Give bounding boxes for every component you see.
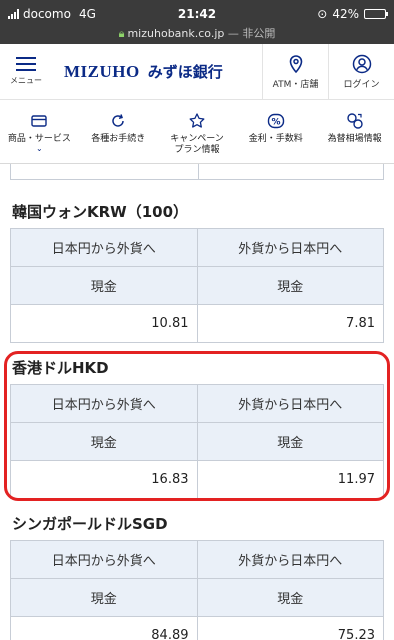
lock-icon: 🔒︎ <box>118 27 125 40</box>
category-nav: 商品・サービス ⌄ 各種お手続き キャンペーン プラン情報 % 金利・手数料 為… <box>0 100 394 164</box>
column-subheader: 現金 <box>196 422 384 461</box>
currency-title: 韓国ウォンKRW（100） <box>12 203 189 221</box>
status-bar: docomo 4G 21:42 ⊙ 42% <box>0 0 394 28</box>
url-suffix: — 非公開 <box>227 27 276 40</box>
column-subheader: 現金 <box>10 422 198 461</box>
column-header: 日本円から外貨へ <box>10 228 198 267</box>
currency-title: シンガポールドルSGD <box>12 515 168 533</box>
rate-value: 11.97 <box>196 460 384 499</box>
column-subheader: 現金 <box>10 266 198 305</box>
column-header: 日本円から外貨へ <box>10 384 198 423</box>
atm-branch-button[interactable]: ATM・店舗 <box>262 43 328 100</box>
menu-label: メニュー <box>10 76 42 85</box>
rate-value: 7.81 <box>196 304 384 343</box>
column-header: 日本円から外貨へ <box>10 540 198 579</box>
column-subheader: 現金 <box>10 578 198 617</box>
battery-icon <box>364 9 388 19</box>
nav-rates-fees[interactable]: % 金利・手数料 <box>236 100 315 145</box>
url-domain: mizuhobank.co.jp <box>127 27 225 40</box>
table-row: 10.81 7.81 <box>10 304 384 343</box>
table-header-row: 日本円から外貨へ 外貨から日本円へ <box>10 384 384 423</box>
table-header-row: 日本円から外貨へ 外貨から日本円へ <box>10 540 384 579</box>
chevron-down-icon: ⌄ <box>36 144 43 153</box>
nav-label: 各種お手続き <box>91 134 146 144</box>
column-header: 外貨から日本円へ <box>196 540 384 579</box>
nav-label: 金利・手数料 <box>248 134 303 144</box>
table-header-row: 日本円から外貨へ 外貨から日本円へ <box>10 228 384 267</box>
site-header: メニュー MIZUHO みずほ銀行 ATM・店舗 ログイン <box>0 43 394 100</box>
logo-text-en: MIZUHO <box>64 62 140 81</box>
rate-section-hkd: 香港ドルHKD 日本円から外貨へ 外貨から日本円へ 現金 現金 16.83 11… <box>0 352 394 499</box>
table-row: 16.83 11.97 <box>10 460 384 499</box>
column-header: 外貨から日本円へ <box>196 228 384 267</box>
signal-icon <box>8 9 19 19</box>
refresh-icon <box>112 114 124 127</box>
fx-rate-content: 韓国ウォンKRW（100） 日本円から外貨へ 外貨から日本円へ 現金 現金 10… <box>0 164 394 640</box>
wallet-icon <box>31 115 48 127</box>
rate-value: 84.89 <box>10 616 198 640</box>
network-type: 4G <box>78 7 96 21</box>
nav-label: 為替相場情報 <box>327 134 382 144</box>
currency-title: 香港ドルHKD <box>12 359 109 377</box>
login-button[interactable]: ログイン <box>328 43 394 100</box>
nav-products-services[interactable]: 商品・サービス ⌄ <box>0 100 79 153</box>
rate-table: 日本円から外貨へ 外貨から日本円へ 現金 現金 16.83 11.97 <box>10 384 384 499</box>
rate-section-krw: 韓国ウォンKRW（100） 日本円から外貨へ 外貨から日本円へ 現金 現金 10… <box>0 196 394 343</box>
table-subheader-row: 現金 現金 <box>10 266 384 305</box>
table-row: 84.89 75.23 <box>10 616 384 640</box>
previous-table-bottom <box>10 164 384 180</box>
rate-value: 16.83 <box>10 460 198 499</box>
map-pin-icon <box>289 54 302 73</box>
rate-value: 10.81 <box>10 304 198 343</box>
table-subheader-row: 現金 現金 <box>10 578 384 617</box>
nav-fx-rates[interactable]: 為替相場情報 <box>315 100 394 145</box>
nav-label: キャンペーン プラン情報 <box>170 134 224 155</box>
rate-table: 日本円から外貨へ 外貨から日本円へ 現金 現金 10.81 7.81 <box>10 228 384 343</box>
battery-info: ⊙ 42% <box>317 7 388 21</box>
login-label: ログイン <box>343 79 380 90</box>
column-header: 外貨から日本円へ <box>196 384 384 423</box>
rate-value: 75.23 <box>196 616 384 640</box>
battery-percent: 42% <box>332 7 359 21</box>
carrier-info: docomo 4G <box>8 7 96 21</box>
percent-icon: % <box>267 113 284 129</box>
rate-table: 日本円から外貨へ 外貨から日本円へ 現金 現金 84.89 75.23 <box>10 540 384 640</box>
hamburger-icon <box>16 57 36 71</box>
carrier-name: docomo <box>23 7 71 21</box>
atm-label: ATM・店舗 <box>272 79 319 90</box>
menu-button[interactable]: メニュー <box>0 44 52 100</box>
rate-section-sgd: シンガポールドルSGD 日本円から外貨へ 外貨から日本円へ 現金 現金 84.8… <box>0 508 394 640</box>
column-subheader: 現金 <box>196 266 384 305</box>
table-subheader-row: 現金 現金 <box>10 422 384 461</box>
column-subheader: 現金 <box>196 578 384 617</box>
svg-text:%: % <box>271 118 280 128</box>
currency-exchange-icon <box>346 113 363 129</box>
url-bar[interactable]: 🔒︎ mizuhobank.co.jp — 非公開 <box>0 28 394 44</box>
user-icon <box>352 54 371 73</box>
mizuho-logo[interactable]: MIZUHO みずほ銀行 <box>52 61 262 82</box>
logo-text-ja: みずほ銀行 <box>147 63 223 81</box>
orientation-lock-icon: ⊙ <box>317 7 328 21</box>
nav-procedures[interactable]: 各種お手続き <box>79 100 158 145</box>
nav-campaigns[interactable]: キャンペーン プラン情報 <box>158 100 237 156</box>
star-icon <box>189 113 205 128</box>
